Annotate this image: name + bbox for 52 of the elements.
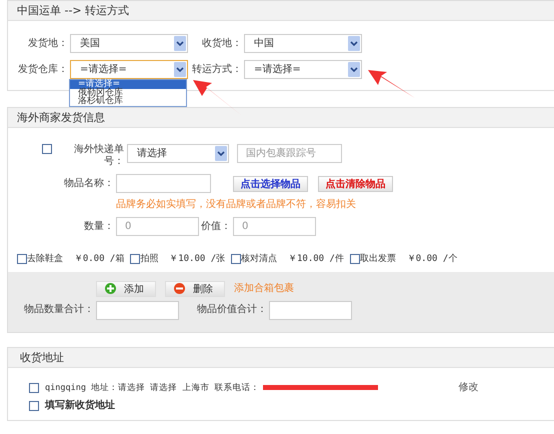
checkbox[interactable] <box>130 254 140 264</box>
field-label: 海外快递单号： <box>73 144 125 168</box>
dropdown-caret-icon[interactable] <box>174 62 186 77</box>
field-label: 发货地： <box>27 38 69 50</box>
minus-icon <box>174 283 185 294</box>
field-label: 物品名称： <box>63 178 115 190</box>
select-field[interactable]: 美国 <box>70 34 188 53</box>
value-input[interactable]: 0 <box>233 217 316 236</box>
action-button[interactable]: 添加 <box>96 280 156 297</box>
service-option: 取出发票 ￥0.00 /个 <box>360 254 458 265</box>
service-option: 核对清点 ￥10.00 /件 <box>241 254 344 265</box>
select-field[interactable]: 请选择 <box>127 144 229 163</box>
field-label: 物品价值合计： <box>196 304 268 316</box>
dropdown-option[interactable]: =请选择= <box>70 80 186 89</box>
field-label: 价值： <box>200 220 232 232</box>
annotation-arrow <box>368 70 415 98</box>
field-label: 物品数量合计： <box>23 304 95 316</box>
address-text: qingqing 地址：请选择 请选择 上海市 联系电话： <box>45 382 260 393</box>
action-button[interactable]: 删除 <box>165 280 225 297</box>
tracking-input[interactable]: 国内包裹跟踪号 <box>237 144 342 163</box>
item-button[interactable]: 点击选择物品 <box>233 176 308 192</box>
edit-link[interactable]: 修改 <box>458 382 478 394</box>
dropdown-caret-icon[interactable] <box>348 62 360 77</box>
new-address-label: 填写新收货地址 <box>45 400 115 412</box>
warning-text: 品牌务必如实填写，没有品牌或者品牌不符，容易扣关 <box>116 199 357 211</box>
checkbox[interactable] <box>29 400 39 411</box>
checkbox[interactable] <box>350 254 360 264</box>
dropdown-caret-icon[interactable] <box>174 36 186 51</box>
service-option: 去除鞋盒 ￥0.00 /箱 <box>27 254 124 265</box>
field-label: 转运方式： <box>191 64 243 76</box>
panel-title: 收货地址 <box>8 348 554 368</box>
select-field[interactable]: 中国 <box>244 34 362 53</box>
panel-title: 海外商家发货信息 <box>8 108 554 128</box>
field-label: 发货仓库： <box>17 64 69 76</box>
total-input[interactable] <box>269 300 352 320</box>
checkbox[interactable] <box>231 254 242 264</box>
checkbox[interactable] <box>17 254 27 264</box>
checkbox[interactable] <box>42 144 52 154</box>
dropdown-caret-icon[interactable] <box>348 36 360 51</box>
total-input[interactable] <box>96 300 179 320</box>
field-label: 数量： <box>83 220 115 232</box>
service-option: 拍照 ￥10.00 /张 <box>140 254 226 265</box>
select-field[interactable]: =请选择= <box>70 60 188 79</box>
item-button[interactable]: 点击清除物品 <box>318 176 393 192</box>
field-label: 收货地： <box>201 38 243 50</box>
panel-title: 中国运单 --> 转运方式 <box>8 1 554 21</box>
item-name-input[interactable] <box>116 174 211 193</box>
checkbox[interactable] <box>29 382 39 393</box>
dropdown-caret-icon[interactable] <box>215 146 227 161</box>
select-field[interactable]: =请选择= <box>244 60 362 79</box>
plus-icon <box>105 283 116 294</box>
quantity-input[interactable]: 0 <box>116 217 199 236</box>
